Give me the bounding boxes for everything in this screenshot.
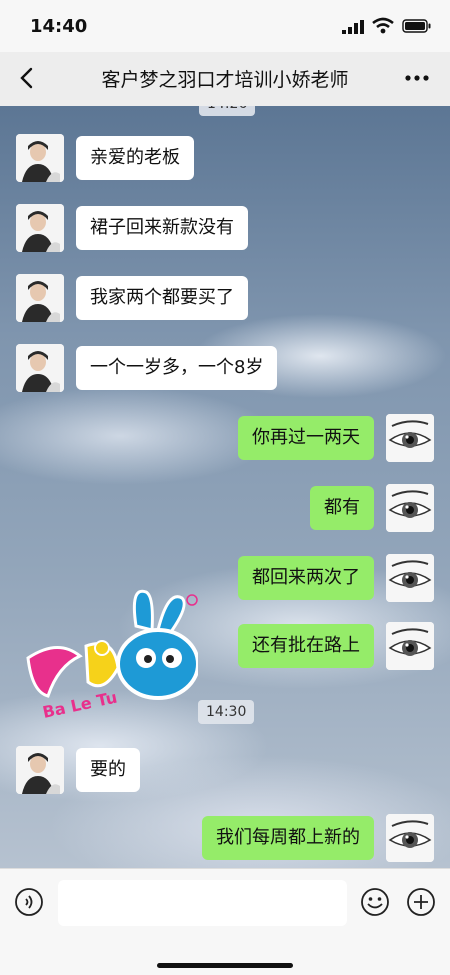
message-bubble-outgoing[interactable]: 还有批在路上 [238,624,374,668]
status-time: 14:40 [30,16,88,37]
contact-avatar-photo [16,344,64,392]
wifi-icon [372,17,394,34]
battery-icon [402,19,431,33]
message-bubble-incoming[interactable]: 我家两个都要买了 [76,276,248,320]
eye-avatar-icon [386,814,434,862]
eye-avatar-icon [386,484,434,532]
my-avatar[interactable] [386,554,434,602]
voice-icon[interactable] [14,887,44,917]
message-bubble-outgoing[interactable]: 我们每周都上新的 [202,816,374,860]
message-bubble-incoming[interactable]: 要的 [76,748,140,792]
chat-title: 客户梦之羽口才培训小娇老师 [101,69,349,91]
input-bar [0,868,450,975]
message-bubble-incoming[interactable]: 裙子回来新款没有 [76,206,248,250]
more-options-icon[interactable] [402,64,432,92]
status-bar: 14:40 [0,0,450,52]
home-indicator [157,963,293,968]
my-avatar[interactable] [386,414,434,462]
watermark-logo: Ba Le Tu [26,589,198,722]
contact-avatar[interactable] [16,204,64,252]
contact-avatar-photo [16,274,64,322]
watermark-text: Ba Le Tu [41,688,119,722]
contact-avatar[interactable] [16,134,64,182]
message-bubble-outgoing[interactable]: 你再过一两天 [238,416,374,460]
message-input[interactable] [58,880,347,926]
eye-avatar-icon [386,414,434,462]
timestamp-mid: 14:30 [198,700,255,724]
contact-avatar-photo [16,134,64,182]
back-icon[interactable] [14,64,42,92]
plus-icon[interactable] [406,887,436,917]
my-avatar[interactable] [386,814,434,862]
timestamp-top: 14:26 [199,106,256,116]
contact-avatar[interactable] [16,746,64,794]
message-bubble-outgoing[interactable]: 都有 [310,486,374,530]
contact-avatar[interactable] [16,344,64,392]
chat-area[interactable]: 14:26 亲爱的老板 裙子回来新款没有 我家两个都要买了 [0,106,450,868]
eye-avatar-icon [386,554,434,602]
emoji-icon[interactable] [360,887,390,917]
contact-avatar-photo [16,746,64,794]
nav-bar: 客户梦之羽口才培训小娇老师 [0,52,450,106]
message-bubble-incoming[interactable]: 亲爱的老板 [76,136,194,180]
my-avatar[interactable] [386,484,434,532]
signal-icon [342,20,364,34]
message-bubble-outgoing[interactable]: 都回来两次了 [238,556,374,600]
contact-avatar-photo [16,204,64,252]
message-bubble-incoming[interactable]: 一个一岁多，一个8岁 [76,346,278,390]
eye-avatar-icon [386,622,434,670]
contact-avatar[interactable] [16,274,64,322]
my-avatar[interactable] [386,622,434,670]
